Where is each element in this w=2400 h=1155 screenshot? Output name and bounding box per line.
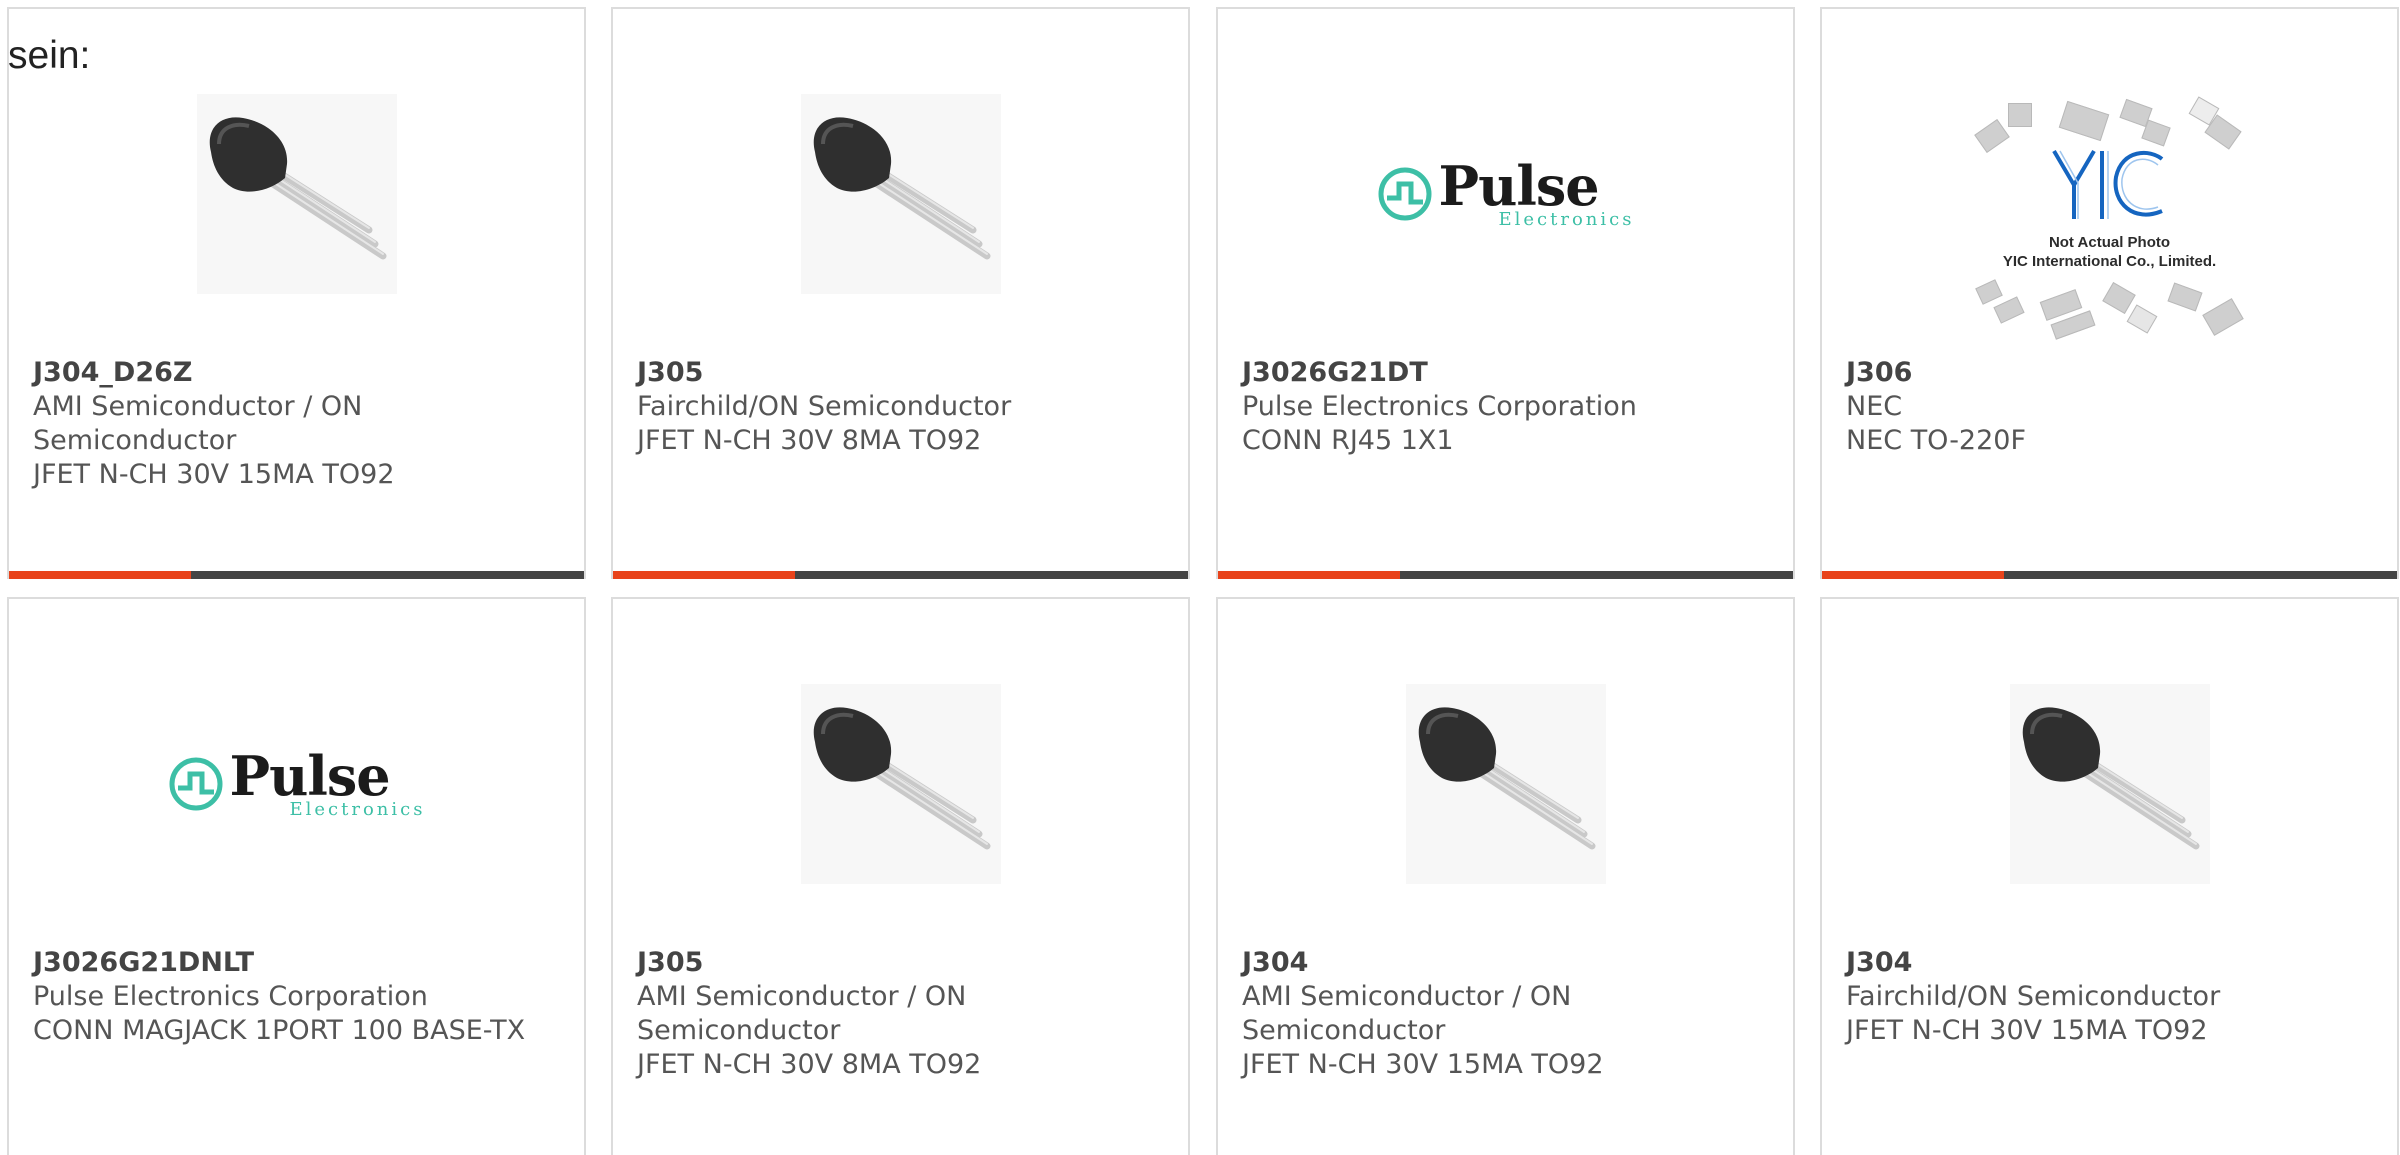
card-accent	[9, 571, 191, 579]
part-number[interactable]: J305	[637, 946, 1168, 980]
product-image: Pulse Electronics	[9, 659, 584, 909]
card-accent	[613, 571, 795, 579]
product-info: J305 AMI Semiconductor / ON Semiconducto…	[637, 946, 1168, 1082]
description: NEC TO-220F	[1846, 425, 2026, 456]
description: JFET N-CH 30V 8MA TO92	[637, 425, 982, 456]
product-info: J304 Fairchild/ON Semiconductor JFET N-C…	[1846, 946, 2377, 1048]
logo-name: Pulse	[229, 744, 391, 808]
product-info: J305 Fairchild/ON Semiconductor JFET N-C…	[637, 356, 1168, 458]
description: CONN MAGJACK 1PORT 100 BASE-TX	[33, 1015, 526, 1046]
product-image	[1822, 659, 2397, 909]
product-card[interactable]: J304 AMI Semiconductor / ON Semiconducto…	[1216, 597, 1795, 1155]
part-number[interactable]: J304	[1846, 946, 2377, 980]
card-bottom-bar	[1218, 571, 1793, 579]
product-card[interactable]: J304 Fairchild/ON Semiconductor JFET N-C…	[1820, 597, 2399, 1155]
yic-not-actual-photo: Not Actual Photo YIC International Co., …	[1970, 95, 2250, 345]
caption-line1: Not Actual Photo	[2048, 234, 2171, 251]
product-image	[9, 69, 584, 319]
manufacturer: Fairchild/ON Semiconductor	[1846, 981, 2221, 1012]
manufacturer: Fairchild/ON Semiconductor	[637, 391, 1012, 422]
description: JFET N-CH 30V 15MA TO92	[1846, 1015, 2208, 1046]
manufacturer: AMI Semiconductor / ON Semiconductor	[33, 391, 363, 456]
product-card[interactable]: Not Actual Photo YIC International Co., …	[1820, 7, 2399, 579]
product-card[interactable]: Pulse Electronics J3026G21DT Pulse Elect…	[1216, 7, 1795, 579]
product-info: J306 NEC NEC TO-220F	[1846, 356, 2377, 458]
transistor-to92-icon	[2009, 684, 2210, 884]
card-bottom-bar	[1822, 571, 2397, 579]
card-accent	[1218, 571, 1400, 579]
manufacturer: Pulse Electronics Corporation	[1242, 391, 1637, 422]
card-bottom-bar	[613, 571, 1188, 579]
pulse-wave-icon	[1378, 167, 1431, 221]
product-info: J3026G21DT Pulse Electronics Corporation…	[1242, 356, 1773, 458]
transistor-to92-icon	[800, 684, 1001, 884]
product-card[interactable]: J305 Fairchild/ON Semiconductor JFET N-C…	[611, 7, 1190, 579]
logo-sub: Electronics	[1498, 209, 1635, 230]
description: JFET N-CH 30V 15MA TO92	[1242, 1049, 1604, 1080]
transistor-to92-icon	[196, 94, 397, 294]
transistor-to92-icon	[1405, 684, 1606, 884]
description: CONN RJ45 1X1	[1242, 425, 1454, 456]
caption-line2: YIC International Co., Limited.	[2002, 253, 2217, 270]
product-card[interactable]: J304_D26Z AMI Semiconductor / ON Semicon…	[7, 7, 586, 579]
product-image: Not Actual Photo YIC International Co., …	[1822, 95, 2397, 345]
part-number[interactable]: J3026G21DT	[1242, 356, 1773, 390]
product-image: Pulse Electronics	[1218, 69, 1793, 319]
product-grid-page: sein: J304_D26Z AMI Semiconductor / ON S…	[0, 0, 2400, 1155]
manufacturer: AMI Semiconductor / ON Semiconductor	[1242, 981, 1572, 1046]
manufacturer: AMI Semiconductor / ON Semiconductor	[637, 981, 967, 1046]
product-image	[613, 659, 1188, 909]
card-accent	[1822, 571, 2004, 579]
description: JFET N-CH 30V 8MA TO92	[637, 1049, 982, 1080]
pulse-electronics-logo: Pulse Electronics	[1377, 159, 1635, 229]
product-card[interactable]: J305 AMI Semiconductor / ON Semiconducto…	[611, 597, 1190, 1155]
product-image	[1218, 659, 1793, 909]
manufacturer: Pulse Electronics Corporation	[33, 981, 428, 1012]
product-image	[613, 69, 1188, 319]
product-info: J304 AMI Semiconductor / ON Semiconducto…	[1242, 946, 1773, 1082]
logo-name: Pulse	[1438, 154, 1600, 218]
intro-text: sein:	[8, 34, 91, 77]
part-number[interactable]: J306	[1846, 356, 2377, 390]
part-number[interactable]: J3026G21DNLT	[33, 946, 564, 980]
product-card[interactable]: Pulse Electronics J3026G21DNLT Pulse Ele…	[7, 597, 586, 1155]
part-number[interactable]: J304_D26Z	[33, 356, 564, 390]
description: JFET N-CH 30V 15MA TO92	[33, 459, 395, 490]
product-info: J3026G21DNLT Pulse Electronics Corporati…	[33, 946, 564, 1048]
manufacturer: NEC	[1846, 391, 1903, 422]
logo-sub: Electronics	[289, 799, 426, 820]
yic-logo-icon	[2051, 149, 2163, 219]
pulse-electronics-logo: Pulse Electronics	[168, 749, 426, 819]
pulse-wave-icon	[169, 757, 222, 811]
transistor-to92-icon	[800, 94, 1001, 294]
card-bottom-bar	[9, 571, 584, 579]
part-number[interactable]: J305	[637, 356, 1168, 390]
product-info: J304_D26Z AMI Semiconductor / ON Semicon…	[33, 356, 564, 492]
part-number[interactable]: J304	[1242, 946, 1773, 980]
